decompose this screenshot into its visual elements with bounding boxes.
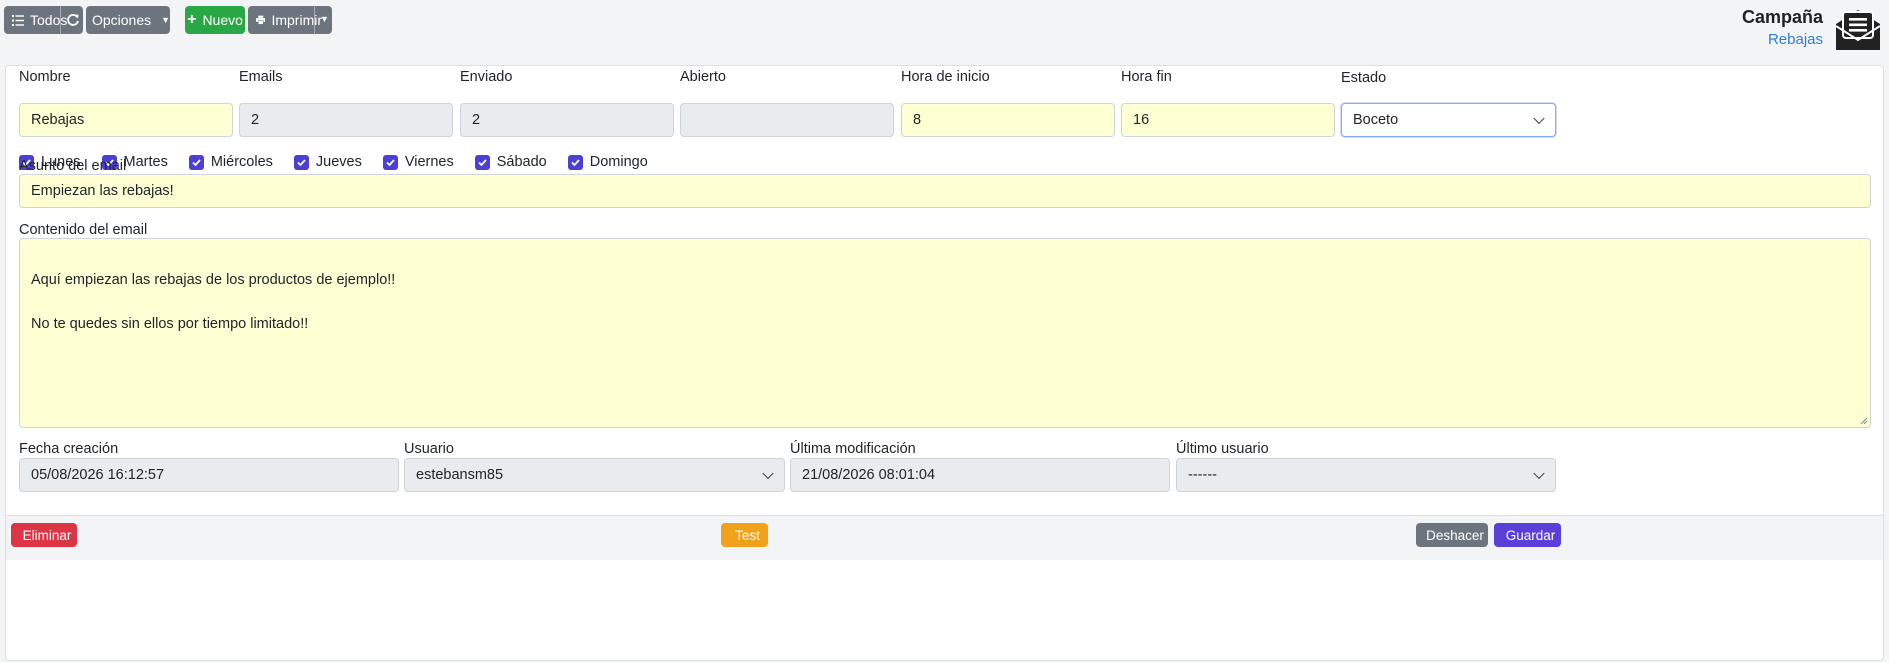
enviado-label: Enviado [460,69,513,85]
checkbox-jueves[interactable]: Jueves [293,154,362,170]
checkbox-viernes[interactable]: Viernes [382,154,454,170]
abierto-input [680,103,894,137]
usuario-value: estebansm85 [416,467,504,483]
nombre-label: Nombre [19,69,71,85]
fecha-creacion-value: 05/08/2026 16:12:57 [31,467,165,483]
test-button[interactable]: Test [721,523,768,547]
hora-fin-input[interactable]: 16 [1121,103,1335,137]
contenido-line: Aquí empiezan las rebajas de los product… [31,272,396,288]
asunto-input[interactable]: Empiezan las rebajas! [19,174,1871,208]
ultimo-usuario-select[interactable]: ------ [1176,458,1556,492]
refresh-icon[interactable] [66,13,80,27]
checkbox-label: Martes [123,154,168,170]
delete-button-label: Eliminar [22,527,72,543]
check-icon [567,154,583,170]
delete-button[interactable]: Eliminar [11,523,77,547]
options-button-label: Opciones [91,12,152,28]
all-button-label: Todos [30,12,68,28]
chevron-down-icon [1533,467,1545,480]
page-heading: Campaña Rebajas [1742,7,1823,48]
hora-inicio-input[interactable]: 8 [901,103,1115,137]
checkbox-label: Sábado [496,154,547,170]
estado-select[interactable]: Boceto [1341,103,1556,137]
emails-input: 2 [239,103,453,137]
nombre-value: Rebajas [31,112,85,128]
campaign-form: Nombre Rebajas Emails 2 Enviado 2 Abiert… [5,65,1884,661]
asunto-value: Empiezan las rebajas! [31,183,174,199]
contenido-line: No te quedes sin ellos por tiempo limita… [31,316,309,332]
checkbox-label: Domingo [589,154,648,170]
checkbox-label: Jueves [315,154,362,170]
usuario-select[interactable]: estebansm85 [404,458,785,492]
button-divider [314,6,315,34]
save-button-label: Guardar [1505,527,1556,543]
checkbox-sabado[interactable]: Sábado [474,154,547,170]
print-dropdown-toggle[interactable]: ▼ [320,14,329,24]
undo-button-label: Deshacer [1426,527,1484,543]
emails-value: 2 [251,112,260,128]
check-icon [474,154,490,170]
new-button-label: Nuevo [202,12,243,28]
test-button-label: Test [735,527,760,543]
button-divider [60,6,61,34]
new-button[interactable]: + Nuevo [185,6,245,34]
ultimo-usuario-value: ------ [1188,467,1217,483]
form-footer: Eliminar Test Deshacer Guardar [6,515,1883,560]
estado-value: Boceto [1353,112,1399,128]
page-title: Campaña [1741,7,1823,27]
chevron-down-icon [1533,112,1545,125]
ultimo-usuario-label: Último usuario [1176,441,1269,457]
hora-fin-label: Hora fin [1121,69,1172,85]
printer-icon [256,15,266,25]
enviado-value: 2 [472,112,481,128]
caret-down-icon: ▼ [161,15,171,25]
save-button[interactable]: Guardar [1494,523,1561,547]
emails-label: Emails [239,69,283,85]
page-subtitle-link[interactable]: Rebajas [1742,31,1823,48]
abierto-label: Abierto [680,69,726,85]
usuario-label: Usuario [404,441,454,457]
check-icon [293,154,309,170]
list-icon [12,14,24,26]
contenido-label: Contenido del email [19,222,148,238]
ultima-modificacion-label: Última modificación [790,441,916,457]
checkbox-miercoles[interactable]: Miércoles [188,154,273,170]
fecha-creacion-input: 05/08/2026 16:12:57 [19,458,399,492]
check-icon [382,154,398,170]
plus-icon: + [187,11,197,28]
asunto-label: Asunto del email [19,158,127,174]
envelope-open-icon [1835,10,1881,50]
undo-button[interactable]: Deshacer [1416,523,1488,547]
ultima-modificacion-value: 21/08/2026 08:01:04 [802,467,936,483]
hora-fin-value: 16 [1133,112,1150,128]
options-button[interactable]: Opciones ▼ [86,6,170,34]
resize-handle-icon[interactable] [1859,416,1868,425]
contenido-textarea[interactable]: Aquí empiezan las rebajas de los product… [19,238,1871,428]
checkbox-label: Miércoles [210,154,273,170]
nombre-input[interactable]: Rebajas [19,103,233,137]
enviado-input: 2 [460,103,674,137]
checkbox-domingo[interactable]: Domingo [567,154,648,170]
fecha-creacion-label: Fecha creación [19,441,119,457]
hora-inicio-label: Hora de inicio [901,69,990,85]
hora-inicio-value: 8 [913,112,922,128]
checkbox-label: Viernes [404,154,454,170]
top-toolbar: Todos Opciones ▼ + Nuevo Imprimir ▼ Camp… [0,0,1889,64]
ultima-modificacion-input: 21/08/2026 08:01:04 [790,458,1170,492]
check-icon [188,154,204,170]
chevron-down-icon [762,467,774,480]
estado-label: Estado [1341,70,1387,86]
